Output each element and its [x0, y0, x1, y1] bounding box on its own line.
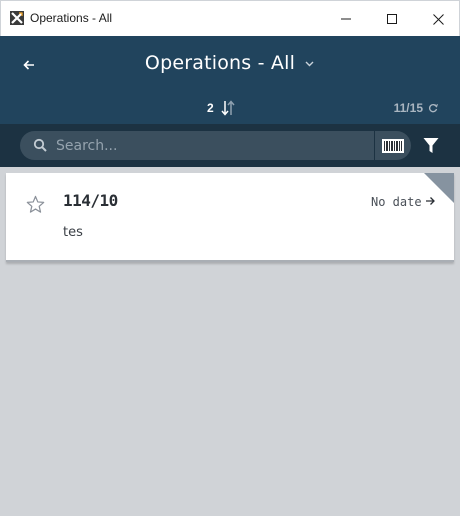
operation-number: 114/10: [63, 191, 118, 210]
sync-counter: 11/15: [393, 101, 423, 115]
sort-count: 2: [207, 101, 214, 115]
app-header: Operations - All 2 11/15: [0, 36, 460, 124]
sync-status[interactable]: 11/15: [394, 99, 438, 117]
operation-description: tes: [63, 225, 83, 240]
arrow-right-icon: [426, 197, 435, 205]
filter-button[interactable]: [420, 133, 442, 157]
search-icon: [33, 138, 47, 152]
minimize-button[interactable]: [323, 1, 369, 37]
maximize-button[interactable]: [369, 1, 415, 37]
search-bar: [0, 124, 460, 167]
open-operation-button[interactable]: [423, 194, 437, 208]
sort-control[interactable]: 2: [207, 99, 235, 117]
page-title: Operations - All: [144, 52, 296, 74]
barcode-icon: [382, 138, 404, 153]
close-icon: [432, 13, 444, 25]
maximize-icon: [387, 14, 397, 24]
operation-card[interactable]: 114/10 No date tes: [6, 173, 454, 262]
minimize-icon: [341, 18, 351, 20]
sync-icon: [428, 104, 438, 113]
chevron-down-icon: [303, 58, 315, 70]
window-title: Operations - All: [30, 11, 113, 25]
x-app-icon: [10, 11, 24, 25]
search-input[interactable]: [56, 131, 372, 160]
barcode-scan-button[interactable]: [377, 131, 409, 160]
search-box: [20, 131, 411, 160]
search-divider: [374, 131, 375, 160]
sort-arrows-icon: [221, 100, 235, 116]
filter-icon: [423, 137, 439, 153]
favorite-button[interactable]: [24, 193, 46, 215]
title-dropdown[interactable]: Operations - All: [0, 52, 460, 74]
star-icon: [26, 195, 44, 213]
close-button[interactable]: [415, 1, 460, 37]
operation-date: No date: [371, 195, 422, 209]
window-titlebar: Operations - All: [0, 0, 460, 36]
